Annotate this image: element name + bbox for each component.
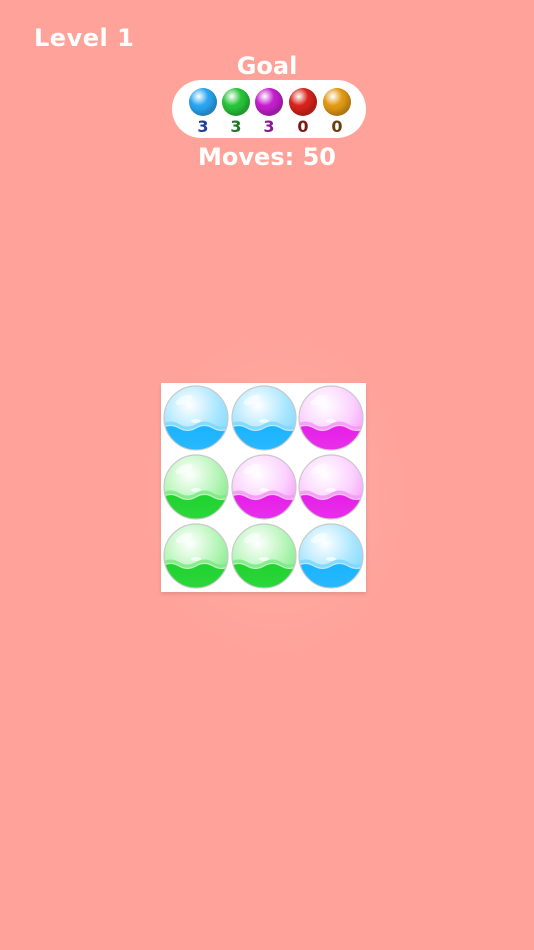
goal-item-purple: 3	[254, 88, 284, 136]
goal-count-blue: 3	[197, 117, 209, 136]
bubble-cell-r3c3[interactable]	[297, 522, 365, 590]
blue-bubble-icon	[231, 385, 297, 451]
bubble-cell-r2c1[interactable]	[162, 453, 230, 521]
goal-ball-red-icon	[289, 88, 317, 116]
goal-panel: 3 3 3 0 0	[172, 80, 366, 138]
goal-count-green: 3	[230, 117, 242, 136]
purple-bubble-icon	[231, 454, 297, 520]
goal-ball-green-icon	[222, 88, 250, 116]
green-bubble-icon	[163, 523, 229, 589]
moves-counter: Moves: 50	[198, 143, 336, 171]
level-label: Level 1	[34, 24, 135, 52]
goal-title: Goal	[236, 52, 298, 80]
goal-count-orange: 0	[331, 117, 343, 136]
goal-count-purple: 3	[263, 117, 275, 136]
goal-item-blue: 3	[188, 88, 218, 136]
goal-ball-purple-icon	[255, 88, 283, 116]
green-bubble-icon	[163, 454, 229, 520]
bubble-cell-r1c3[interactable]	[297, 384, 365, 452]
goal-ball-blue-icon	[189, 88, 217, 116]
goal-item-red: 0	[288, 88, 318, 136]
blue-bubble-icon	[163, 385, 229, 451]
goal-count-red: 0	[297, 117, 309, 136]
bubble-cell-r3c2[interactable]	[230, 522, 298, 590]
goal-item-green: 3	[221, 88, 251, 136]
bubble-cell-r1c1[interactable]	[162, 384, 230, 452]
bubble-cell-r2c2[interactable]	[230, 453, 298, 521]
game-board	[161, 383, 366, 592]
bubble-cell-r2c3[interactable]	[297, 453, 365, 521]
purple-bubble-icon	[298, 385, 364, 451]
goal-ball-orange-icon	[323, 88, 351, 116]
bubble-cell-r3c1[interactable]	[162, 522, 230, 590]
bubble-cell-r1c2[interactable]	[230, 384, 298, 452]
purple-bubble-icon	[298, 454, 364, 520]
green-bubble-icon	[231, 523, 297, 589]
goal-item-orange: 0	[322, 88, 352, 136]
blue-bubble-icon	[298, 523, 364, 589]
